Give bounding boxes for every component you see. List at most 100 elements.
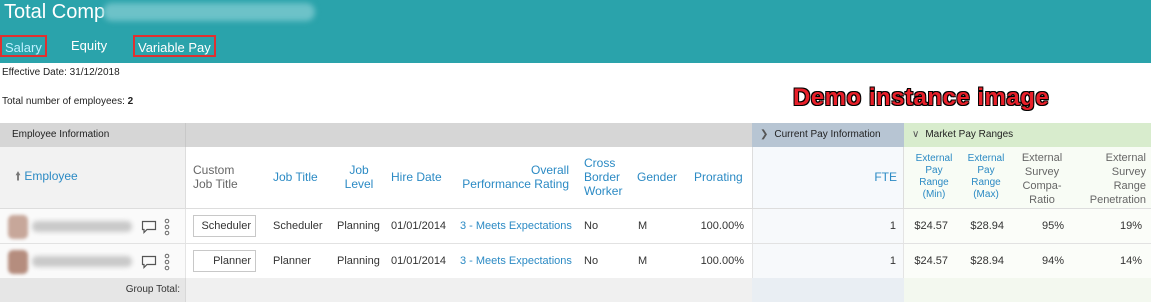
column-external-survey-compa-ratio[interactable]: External Survey Compa- Ratio	[1011, 151, 1073, 207]
app-title: Total Comp	[4, 1, 106, 23]
custom-job-title-input[interactable]: Scheduler	[193, 215, 256, 237]
cross-border-cell: No	[584, 255, 599, 267]
column-ext-min-line4: (Min)	[922, 189, 946, 200]
compa-ratio-cell: 95%	[1041, 220, 1064, 232]
table-row: Planner Planner Planning 01/01/2014 3 - …	[0, 244, 1151, 279]
tab-salary[interactable]: Salary	[0, 35, 47, 57]
tab-variable-pay[interactable]: Variable Pay	[133, 35, 216, 57]
column-hire-date[interactable]: Hire Date	[391, 170, 442, 184]
demo-watermark: Demo instance image	[793, 84, 1050, 111]
header-main-area: Custom Job Title Job Title Job Level Hir…	[186, 147, 752, 209]
column-employee[interactable]: 🠙 Employee	[15, 169, 78, 183]
column-cross-border-worker[interactable]: Cross Border Worker	[584, 156, 622, 198]
column-job-title[interactable]: Job Title	[273, 170, 318, 184]
column-compa-line3: Compa-	[1022, 180, 1062, 192]
total-employees-count: 2	[127, 96, 134, 107]
blurred-employee-name	[103, 3, 315, 21]
ext-min-cell: $24.57	[914, 220, 948, 232]
total-employees-label: Total number of employees:	[2, 96, 128, 107]
header-employee-area: 🠙 Employee	[0, 147, 186, 209]
compensation-grid: Employee Information ❯ Current Pay Inform…	[0, 123, 1151, 302]
column-external-pay-range-min[interactable]: External Pay Range (Min)	[907, 153, 961, 201]
chevron-right-icon[interactable]: ❯	[760, 123, 768, 147]
group-total-label: Group Total:	[125, 284, 180, 295]
column-ext-min-line1: External	[915, 153, 953, 164]
column-custom-job-title-line2: Job Title	[193, 177, 238, 191]
column-ext-max-line1: External	[967, 153, 1005, 164]
fte-cell: 1	[889, 255, 896, 267]
job-title-cell: Planner	[273, 255, 311, 267]
column-compa-line2: Survey	[1024, 166, 1060, 178]
column-external-pay-range-max[interactable]: External Pay Range (Max)	[961, 153, 1011, 201]
group-current-pay[interactable]: ❯ Current Pay Information	[752, 123, 904, 147]
column-job-level-line1: Job	[349, 163, 369, 177]
column-ext-max-line2: Pay	[977, 165, 995, 176]
header-current-pay-area: FTE	[752, 147, 904, 209]
effective-date: Effective Date: 31/12/2018	[2, 67, 120, 78]
fte-cell: 1	[889, 220, 896, 232]
hire-date-cell: 01/01/2014	[391, 220, 447, 232]
column-ext-min-line3: Range	[919, 177, 949, 188]
column-ext-max-line3: Range	[971, 177, 1001, 188]
column-prorating[interactable]: Prorating	[694, 170, 743, 184]
ext-max-cell: $28.94	[970, 220, 1004, 232]
employee-name-blurred[interactable]	[32, 221, 132, 232]
column-pen-line1: External	[1105, 152, 1146, 164]
more-vertical-icon[interactable]	[164, 218, 170, 236]
column-job-level[interactable]: Job Level	[344, 163, 374, 191]
column-external-survey-range-penetration[interactable]: External Survey Range Penetration	[1073, 151, 1146, 207]
column-gender[interactable]: Gender	[637, 170, 677, 184]
column-pen-line3: Range	[1113, 180, 1146, 192]
column-ext-max-line4: (Max)	[973, 189, 999, 200]
prorating-cell: 100.00%	[700, 255, 744, 267]
group-total-current-pay	[752, 278, 904, 302]
penetration-cell: 14%	[1119, 255, 1142, 267]
column-cross-border-line2: Border	[584, 170, 621, 184]
ext-max-cell: $28.94	[970, 255, 1004, 267]
avatar[interactable]	[8, 215, 28, 239]
performance-rating-link[interactable]: 3 - Meets Expectations	[460, 244, 572, 279]
job-level-cell: Planning	[337, 220, 380, 232]
header-market-pay-area: External Pay Range (Min) External Pay Ra…	[904, 147, 1151, 209]
column-fte[interactable]: FTE	[753, 170, 897, 184]
more-vertical-icon[interactable]	[164, 253, 170, 271]
job-level-cell: Planning	[337, 255, 380, 267]
total-employees: Total number of employees: 2	[2, 96, 133, 107]
employee-name-blurred[interactable]	[32, 256, 132, 267]
column-job-level-line2: Level	[344, 177, 374, 191]
arrow-up-icon: 🠙	[15, 169, 22, 183]
column-overall-performance-line2: Performance Rating	[462, 177, 569, 191]
group-spacer	[186, 123, 752, 147]
column-custom-job-title[interactable]: Custom Job Title	[193, 163, 238, 191]
group-total-row: Group Total:	[0, 278, 1151, 302]
column-pen-line4: Penetration	[1089, 194, 1146, 206]
comment-icon[interactable]	[141, 255, 157, 269]
comment-icon[interactable]	[141, 220, 157, 234]
tab-equity[interactable]: Equity	[71, 35, 107, 57]
chevron-down-icon[interactable]: ∨	[912, 123, 919, 147]
table-row: Scheduler Scheduler Planning 01/01/2014 …	[0, 209, 1151, 244]
avatar[interactable]	[8, 250, 28, 274]
group-employee-information: Employee Information	[0, 123, 186, 147]
column-ext-min-line2: Pay	[925, 165, 943, 176]
compa-ratio-cell: 94%	[1041, 255, 1064, 267]
column-pen-line2: Survey	[1111, 166, 1146, 178]
column-compa-line1: External	[1021, 152, 1063, 164]
group-current-pay-label: Current Pay Information	[774, 129, 881, 140]
column-overall-performance[interactable]: Overall Performance Rating	[456, 163, 569, 191]
gender-cell: M	[638, 255, 648, 267]
column-custom-job-title-line1: Custom	[193, 163, 235, 177]
group-market-pay[interactable]: ∨ Market Pay Ranges	[904, 123, 1151, 147]
group-market-pay-label: Market Pay Ranges	[925, 129, 1014, 140]
column-cross-border-line3: Worker	[584, 184, 623, 198]
cross-border-cell: No	[584, 220, 599, 232]
ext-min-cell: $24.57	[914, 255, 948, 267]
column-employee-label: Employee	[24, 169, 78, 183]
column-overall-performance-line1: Overall	[530, 163, 569, 177]
custom-job-title-input[interactable]: Planner	[193, 250, 256, 272]
performance-rating-link[interactable]: 3 - Meets Expectations	[460, 209, 572, 244]
gender-cell: M	[638, 220, 648, 232]
hire-date-cell: 01/01/2014	[391, 255, 447, 267]
column-compa-line4: Ratio	[1029, 194, 1055, 206]
column-cross-border-line1: Cross	[584, 156, 616, 170]
